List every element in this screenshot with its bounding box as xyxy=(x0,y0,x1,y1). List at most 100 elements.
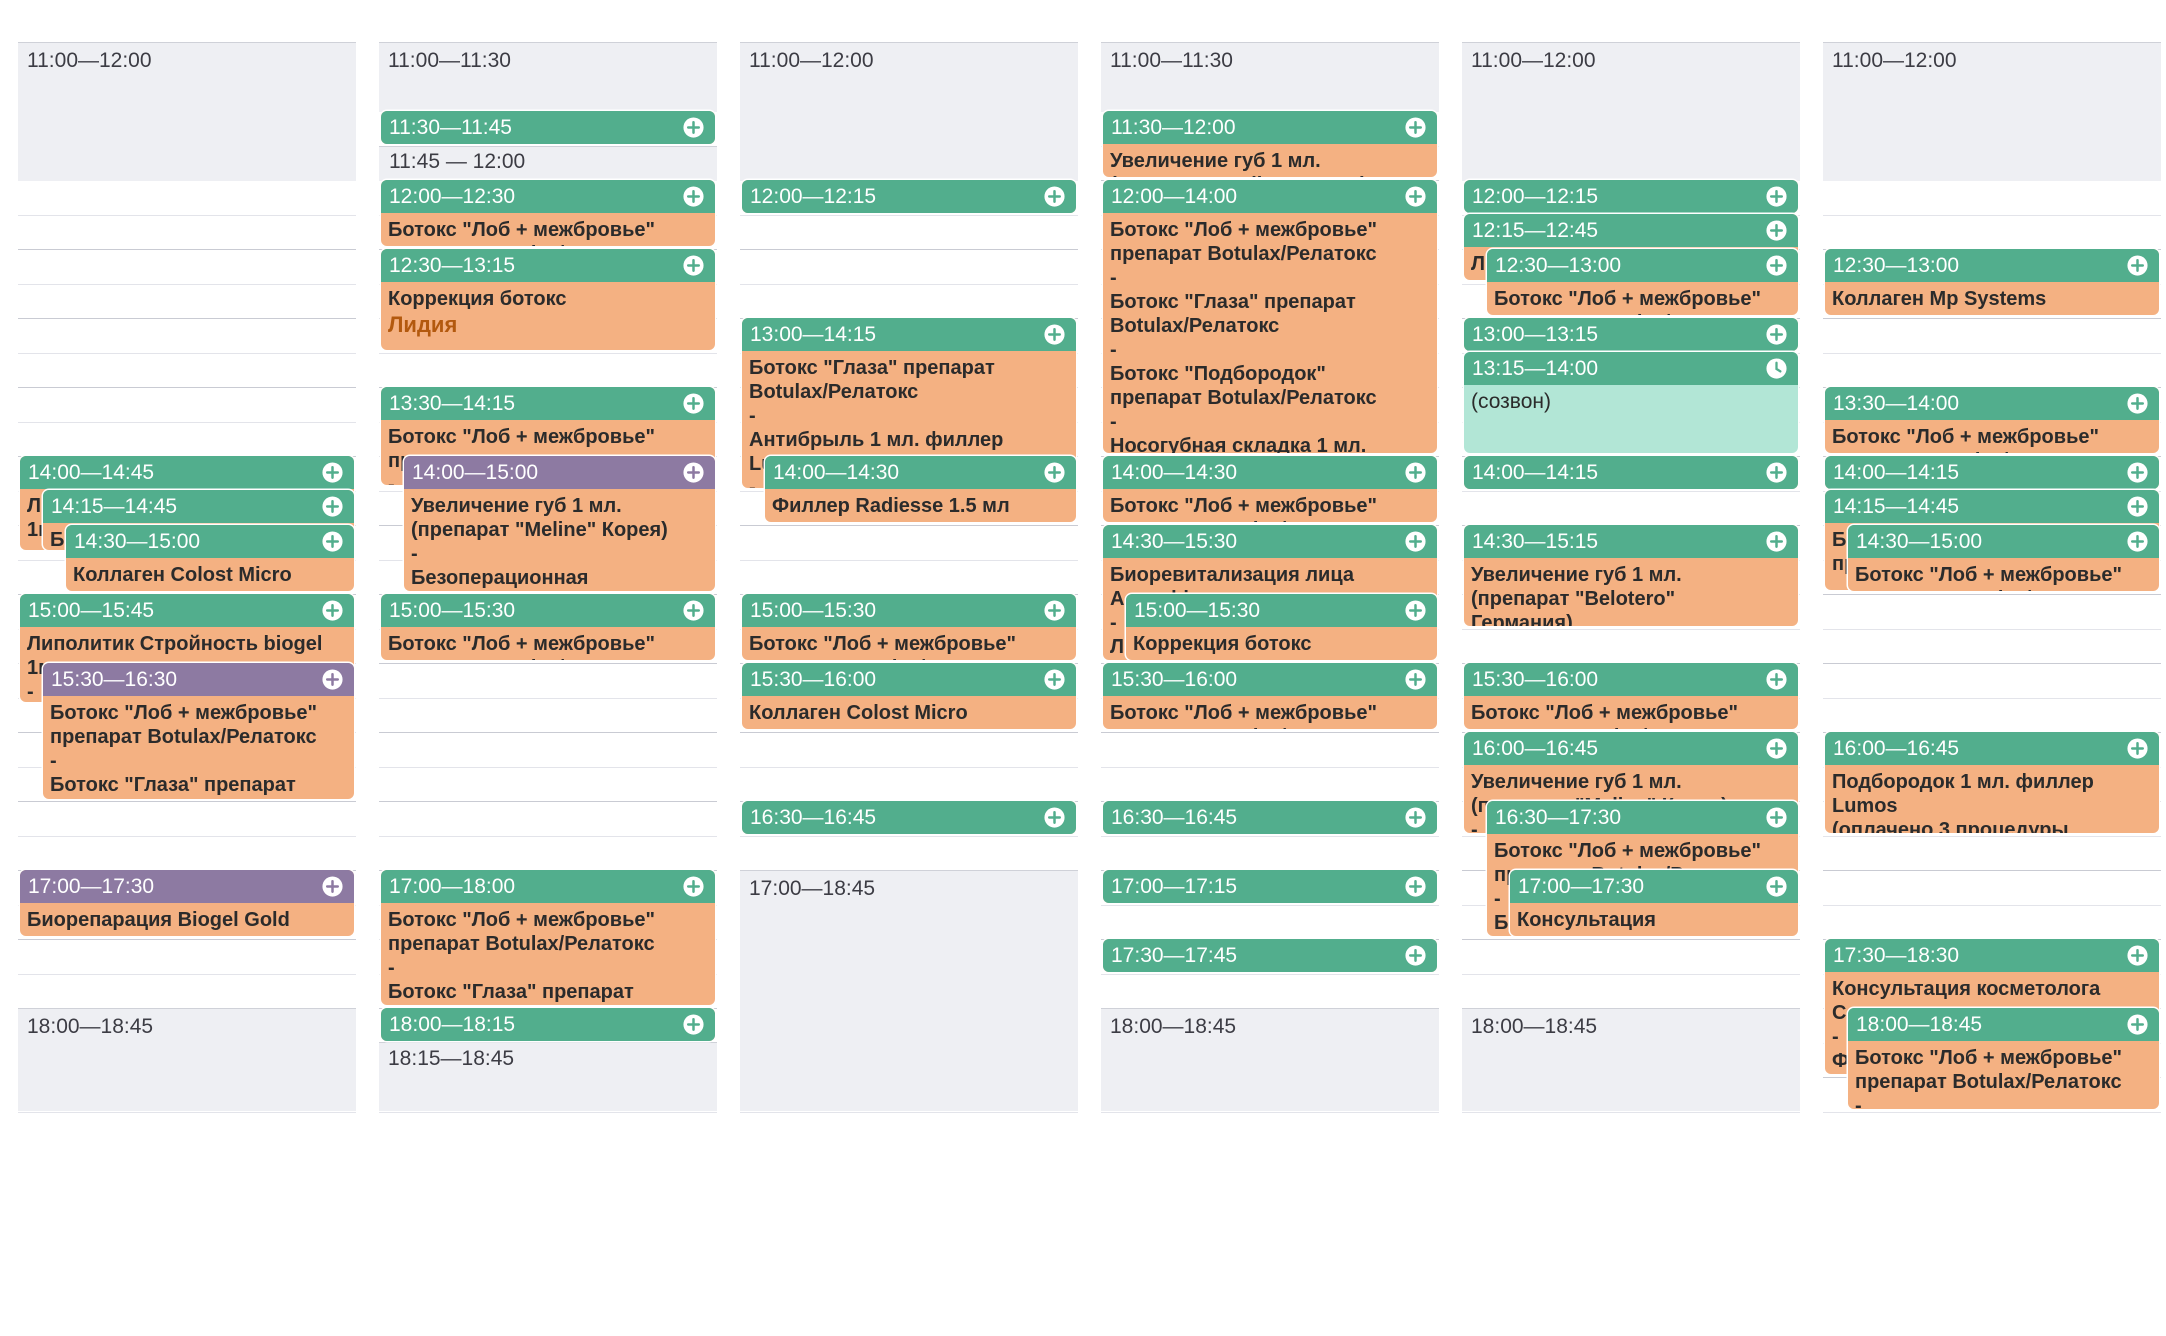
plus-circle-icon[interactable] xyxy=(321,599,344,622)
appointment-card[interactable]: 12:30—13:00 Ботокс "Лоб + межбровье" пре… xyxy=(1487,249,1798,315)
appointment-card[interactable]: 12:00—12:15 xyxy=(742,180,1076,213)
appointment-card[interactable]: 14:30—15:00 Ботокс "Лоб + межбровье" пре… xyxy=(1848,525,2159,591)
free-slot[interactable]: 11:00—11:30 xyxy=(379,42,717,112)
plus-circle-icon[interactable] xyxy=(1404,461,1427,484)
plus-circle-icon[interactable] xyxy=(2126,495,2149,518)
plus-circle-icon[interactable] xyxy=(1404,116,1427,139)
plus-circle-icon[interactable] xyxy=(1765,461,1788,484)
plus-circle-icon[interactable] xyxy=(1043,806,1066,829)
plus-circle-icon[interactable] xyxy=(321,495,344,518)
free-slot[interactable]: 17:00—18:45 xyxy=(740,870,1078,1111)
plus-circle-icon[interactable] xyxy=(1043,668,1066,691)
appointment-card[interactable]: 17:00—17:30 Консультация С xyxy=(1510,870,1798,936)
plus-circle-icon[interactable] xyxy=(1404,875,1427,898)
plus-circle-icon[interactable] xyxy=(1404,530,1427,553)
plus-circle-icon[interactable] xyxy=(321,530,344,553)
plus-circle-icon[interactable] xyxy=(1765,737,1788,760)
plus-circle-icon[interactable] xyxy=(1043,185,1066,208)
appointment-card[interactable]: 18:00—18:45 Ботокс "Лоб + межбровье" пре… xyxy=(1848,1008,2159,1109)
plus-circle-icon[interactable] xyxy=(682,1013,705,1036)
free-slot[interactable]: 18:00—18:45 xyxy=(1101,1008,1439,1111)
appointment-card[interactable]: 17:00—18:00 Ботокс "Лоб + межбровье" пре… xyxy=(381,870,715,1005)
plus-circle-icon[interactable] xyxy=(1404,944,1427,967)
appointment-card[interactable]: 13:30—14:00 Ботокс "Лоб + межбровье" пре… xyxy=(1825,387,2159,453)
plus-circle-icon[interactable] xyxy=(682,185,705,208)
plus-circle-icon[interactable] xyxy=(321,461,344,484)
free-slot[interactable]: 11:45 — 12:00 xyxy=(379,146,717,181)
free-slot[interactable]: 11:00—12:00 xyxy=(1823,42,2161,181)
appointment-card[interactable]: 15:00—15:30 Коррекция ботокс xyxy=(1126,594,1437,660)
appointment-card[interactable]: 18:00—18:15 xyxy=(381,1008,715,1041)
appointment-card[interactable]: 12:30—13:15 Коррекция ботокс Лидия xyxy=(381,249,715,350)
free-slot[interactable]: 18:15—18:45 xyxy=(379,1042,717,1111)
plus-circle-icon[interactable] xyxy=(2126,392,2149,415)
appointment-card[interactable]: 15:30—16:00 Коллаген Colost Micro xyxy=(742,663,1076,729)
appointment-card[interactable]: 14:00—14:30 Ботокс "Лоб + межбровье" пре… xyxy=(1103,456,1437,522)
appointment-card[interactable]: 12:00—14:00 Ботокс "Лоб + межбровье" пре… xyxy=(1103,180,1437,453)
plus-circle-icon[interactable] xyxy=(682,254,705,277)
free-slot[interactable]: 11:00—11:30 xyxy=(1101,42,1439,112)
appointment-card[interactable]: 15:30—16:30 Ботокс "Лоб + межбровье" пре… xyxy=(43,663,354,799)
appointment-card[interactable]: 15:00—15:30 Ботокс "Лоб + межбровье" пре… xyxy=(381,594,715,660)
plus-circle-icon[interactable] xyxy=(1404,668,1427,691)
free-slot[interactable]: 18:00—18:45 xyxy=(1462,1008,1800,1111)
plus-circle-icon[interactable] xyxy=(1404,806,1427,829)
free-slot[interactable]: 11:00—12:00 xyxy=(18,42,356,181)
plus-circle-icon[interactable] xyxy=(2126,461,2149,484)
plus-circle-icon[interactable] xyxy=(321,875,344,898)
plus-circle-icon[interactable] xyxy=(1765,185,1788,208)
appointment-card[interactable]: 13:15—14:00 (созвон) xyxy=(1464,352,1798,453)
plus-circle-icon[interactable] xyxy=(2126,254,2149,277)
plus-circle-icon[interactable] xyxy=(682,461,705,484)
appointment-card[interactable]: 14:00—14:15 xyxy=(1825,456,2159,489)
appointment-card[interactable]: 17:00—17:15 xyxy=(1103,870,1437,903)
plus-circle-icon[interactable] xyxy=(682,116,705,139)
appointment-time: 14:00—14:15 xyxy=(1833,460,1960,484)
plus-circle-icon[interactable] xyxy=(1043,461,1066,484)
appointment-card[interactable]: 11:30—12:00 Увеличение губ 1 мл. (препар… xyxy=(1103,111,1437,177)
plus-circle-icon[interactable] xyxy=(1043,599,1066,622)
free-slot[interactable]: 11:00—12:00 xyxy=(740,42,1078,181)
plus-circle-icon[interactable] xyxy=(2126,1013,2149,1036)
appointment-services: Коллаген Colost Micro xyxy=(749,702,968,724)
appointment-card[interactable]: 13:00—13:15 xyxy=(1464,318,1798,351)
plus-circle-icon[interactable] xyxy=(2126,530,2149,553)
appointment-card[interactable]: 15:30—16:00 Ботокс "Лоб + межбровье" пре… xyxy=(1103,663,1437,729)
appointment-card[interactable]: 15:30—16:00 Ботокс "Лоб + межбровье" пре… xyxy=(1464,663,1798,729)
plus-circle-icon[interactable] xyxy=(682,392,705,415)
plus-circle-icon[interactable] xyxy=(1765,219,1788,242)
plus-circle-icon[interactable] xyxy=(2126,737,2149,760)
appointment-card[interactable]: 17:30—17:45 xyxy=(1103,939,1437,972)
plus-circle-icon[interactable] xyxy=(1765,668,1788,691)
appointment-time: 14:00—14:30 xyxy=(1111,460,1238,484)
plus-circle-icon[interactable] xyxy=(1043,323,1066,346)
appointment-card[interactable]: 16:00—16:45 Подбородок 1 мл. филлер Lumo… xyxy=(1825,732,2159,833)
free-slot[interactable]: 18:00—18:45 xyxy=(18,1008,356,1111)
plus-circle-icon[interactable] xyxy=(321,668,344,691)
plus-circle-icon[interactable] xyxy=(2126,944,2149,967)
appointment-card[interactable]: 14:00—15:00 Увеличение губ 1 мл. (препар… xyxy=(404,456,715,591)
plus-circle-icon[interactable] xyxy=(1765,530,1788,553)
plus-circle-icon[interactable] xyxy=(1404,185,1427,208)
plus-circle-icon[interactable] xyxy=(1765,323,1788,346)
free-slot[interactable]: 11:00—12:00 xyxy=(1462,42,1800,181)
appointment-card[interactable]: 12:30—13:00 Коллаген Mp Systems xyxy=(1825,249,2159,315)
clock-icon[interactable] xyxy=(1765,357,1788,380)
appointment-card[interactable]: 16:30—16:45 xyxy=(1103,801,1437,834)
plus-circle-icon[interactable] xyxy=(1765,806,1788,829)
appointment-card[interactable]: 12:00—12:30 Ботокс "Лоб + межбровье" пре… xyxy=(381,180,715,246)
appointment-card[interactable]: 14:30—15:15 Увеличение губ 1 мл. (препар… xyxy=(1464,525,1798,626)
appointment-card[interactable]: 15:00—15:30 Ботокс "Лоб + межбровье" пре… xyxy=(742,594,1076,660)
appointment-card[interactable]: 14:00—14:15 xyxy=(1464,456,1798,489)
plus-circle-icon[interactable] xyxy=(682,875,705,898)
plus-circle-icon[interactable] xyxy=(1765,875,1788,898)
appointment-card[interactable]: 12:00—12:15 xyxy=(1464,180,1798,213)
appointment-card[interactable]: 14:30—15:00 Коллаген Colost Micro xyxy=(66,525,354,591)
plus-circle-icon[interactable] xyxy=(1404,599,1427,622)
appointment-card[interactable]: 16:30—16:45 xyxy=(742,801,1076,834)
appointment-card[interactable]: 17:00—17:30 Биорепарация Biogel Gold xyxy=(20,870,354,936)
appointment-card[interactable]: 11:30—11:45 xyxy=(381,111,715,144)
plus-circle-icon[interactable] xyxy=(1765,254,1788,277)
plus-circle-icon[interactable] xyxy=(682,599,705,622)
appointment-card[interactable]: 14:00—14:30 Филлер Radiesse 1.5 мл xyxy=(765,456,1076,522)
